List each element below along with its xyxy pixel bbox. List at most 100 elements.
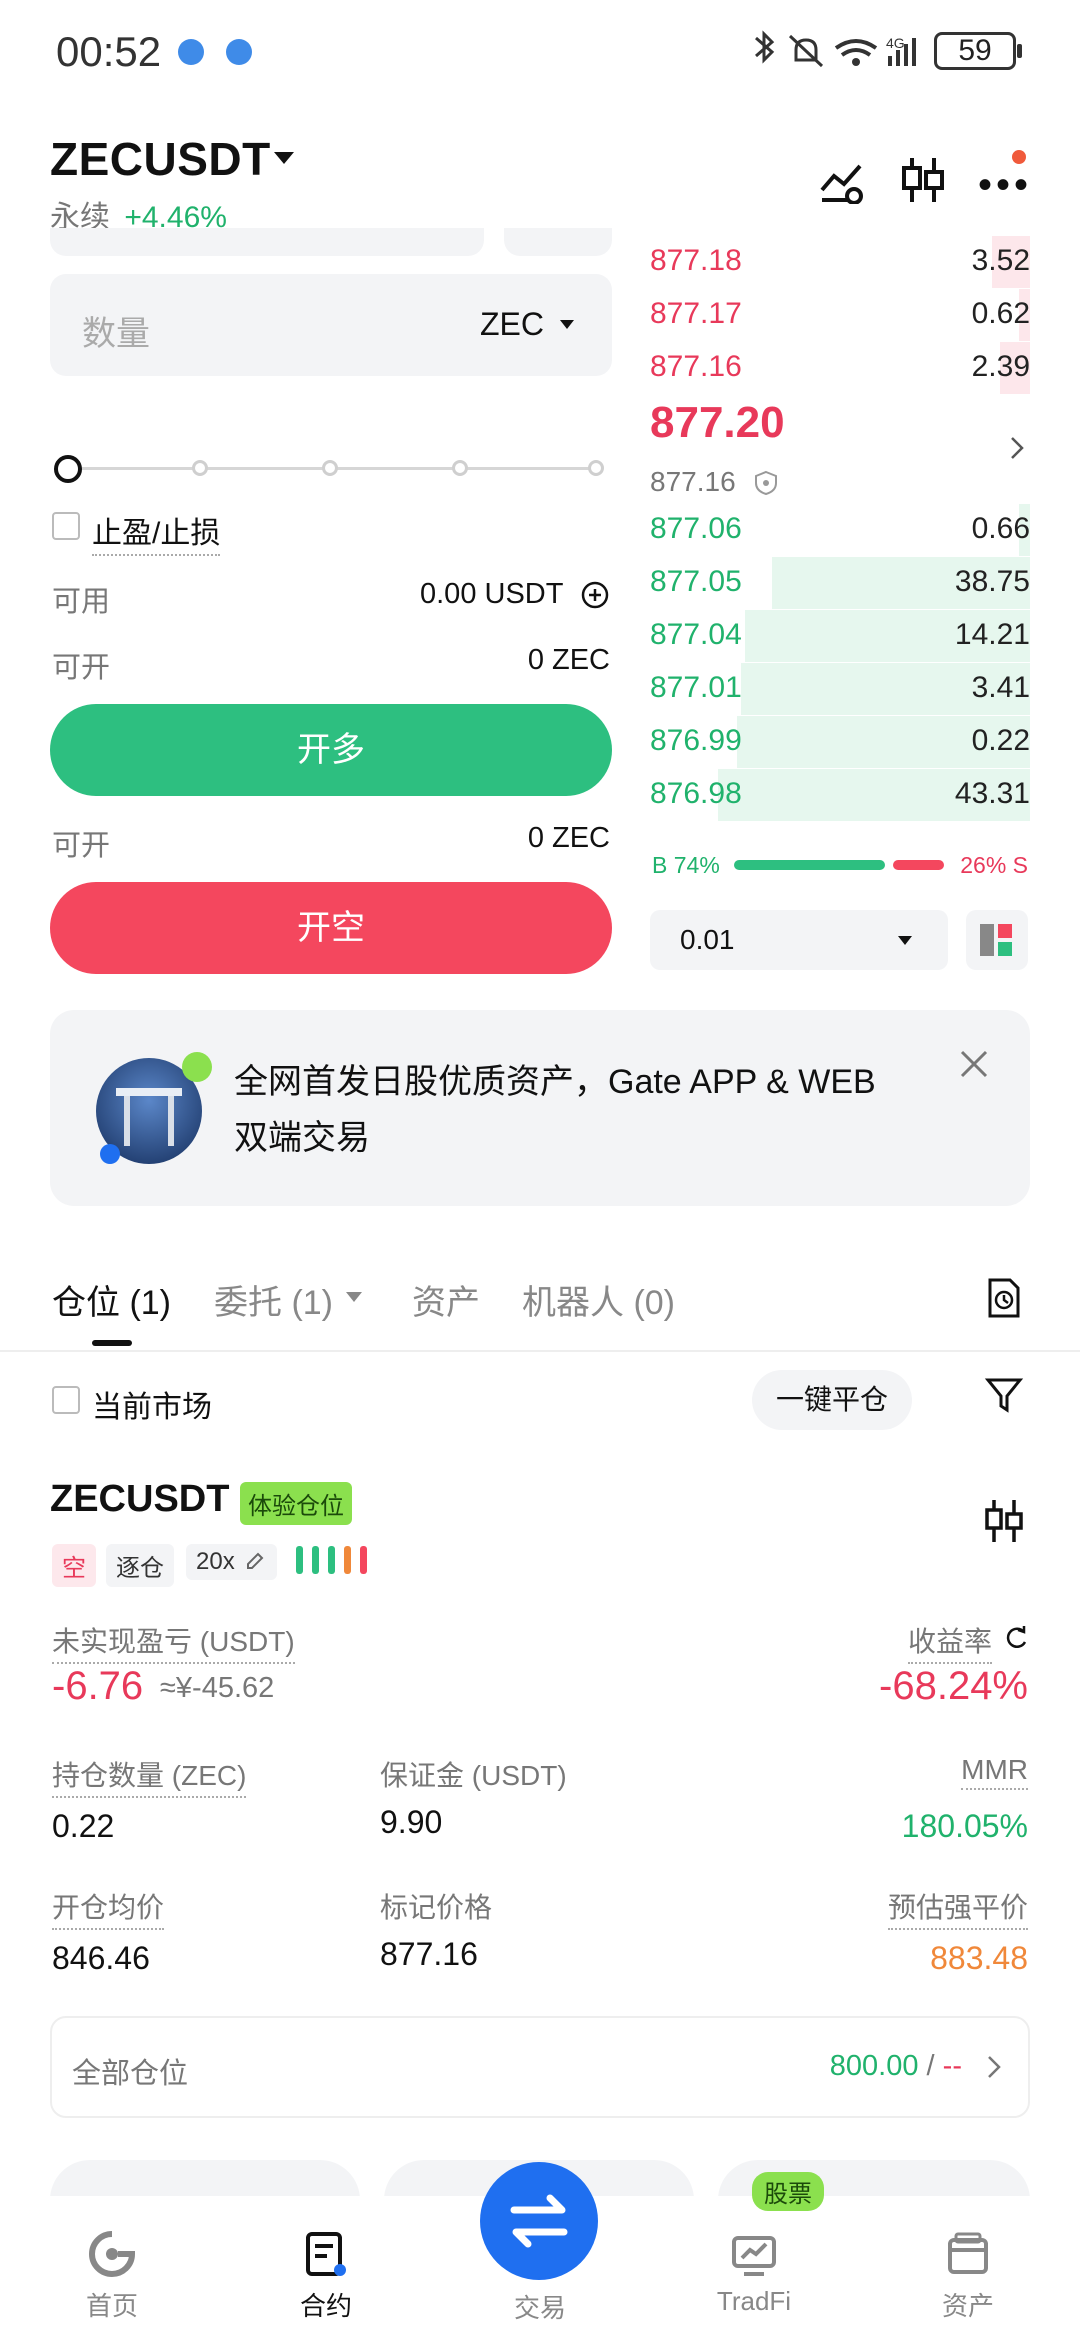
nav-trade-label[interactable]: 交易 bbox=[460, 2288, 620, 2325]
ask-row[interactable]: 877.18 3.52 bbox=[650, 236, 1030, 288]
tp-sl-checkbox[interactable] bbox=[52, 512, 80, 540]
mark-price-label: 标记价格 bbox=[380, 1892, 493, 1923]
close-icon[interactable] bbox=[958, 1048, 990, 1080]
chevron-down-icon[interactable] bbox=[560, 320, 574, 329]
precision-selector[interactable]: 0.01 bbox=[650, 910, 948, 970]
bid-price: 877.04 bbox=[650, 618, 742, 651]
slider-step[interactable] bbox=[322, 460, 338, 476]
edit-icon[interactable] bbox=[244, 1550, 266, 1572]
can-open-short-value: 0 ZEC bbox=[527, 822, 610, 854]
roe-label[interactable]: 收益率 bbox=[907, 1620, 992, 1664]
entry-price-label[interactable]: 开仓均价 bbox=[52, 1886, 165, 1930]
chevron-down-icon[interactable] bbox=[274, 152, 294, 164]
entry-price-value: 846.46 bbox=[52, 1940, 150, 1976]
ask-row[interactable]: 877.16 2.39 bbox=[650, 342, 1030, 394]
sell-ratio-label: 26% S bbox=[960, 852, 1028, 878]
promo-banner[interactable]: 全网首发日股优质资产，Gate APP & WEB 双端交易 bbox=[50, 1010, 1030, 1206]
filter-icon[interactable] bbox=[984, 1374, 1024, 1416]
all-positions-value: 800.00 bbox=[829, 2050, 919, 2082]
nav-futures-label: 合约 bbox=[299, 2291, 352, 2321]
nav-home[interactable]: 首页 bbox=[32, 2230, 192, 2323]
chart-signal-icon[interactable] bbox=[818, 158, 866, 204]
unrealized-pnl-label[interactable]: 未实现盈亏 (USDT) bbox=[52, 1620, 295, 1664]
refresh-icon[interactable] bbox=[1002, 1624, 1030, 1652]
close-all-button[interactable]: 一键平仓 bbox=[752, 1370, 912, 1430]
wallet-icon bbox=[948, 2232, 988, 2274]
ask-qty: 2.39 bbox=[971, 350, 1030, 383]
tab-indicator bbox=[92, 1340, 132, 1346]
tab-positions[interactable]: 仓位 (1) bbox=[52, 1275, 171, 1324]
nav-assets[interactable]: 资产 bbox=[888, 2230, 1048, 2323]
bid-row[interactable]: 876.99 0.22 bbox=[650, 716, 1030, 768]
bid-row[interactable]: 877.06 0.66 bbox=[650, 504, 1030, 556]
history-icon[interactable] bbox=[986, 1276, 1022, 1320]
tp-sl-label[interactable]: 止盈/止损 bbox=[92, 508, 221, 556]
pair-selector[interactable]: ZECUSDT bbox=[50, 132, 271, 186]
chevron-down-icon[interactable] bbox=[346, 1292, 362, 1302]
current-market-label[interactable]: 当前市场 bbox=[92, 1382, 212, 1426]
orderbook-layout-button[interactable] bbox=[966, 910, 1028, 970]
position-size-label[interactable]: 持仓数量 (ZEC) bbox=[52, 1754, 247, 1798]
slider-step[interactable] bbox=[192, 460, 208, 476]
slider-step[interactable] bbox=[452, 460, 468, 476]
all-positions-values: 800.00 / -- bbox=[830, 2050, 962, 2083]
all-positions-row[interactable]: 全部仓位 800.00 / -- bbox=[50, 2016, 1030, 2118]
ask-price: 877.18 bbox=[650, 244, 742, 277]
quantity-input[interactable]: 数量 ZEC bbox=[50, 274, 612, 376]
ask-price: 877.17 bbox=[650, 297, 742, 330]
nav-futures[interactable]: 合约 bbox=[246, 2230, 406, 2323]
nav-tradfi[interactable]: TradFi bbox=[674, 2230, 834, 2317]
svg-text:4G: 4G bbox=[886, 35, 905, 51]
liq-price-label[interactable]: 预估强平价 bbox=[887, 1886, 1028, 1930]
swap-icon bbox=[510, 2194, 568, 2248]
trial-position-tag: 体验仓位 bbox=[240, 1482, 352, 1525]
tab-bots[interactable]: 机器人 (0) bbox=[522, 1275, 675, 1324]
more-icon[interactable]: ••• bbox=[978, 165, 1032, 205]
bid-qty: 3.41 bbox=[971, 671, 1030, 704]
divider bbox=[0, 1350, 1080, 1352]
tab-assets[interactable]: 资产 bbox=[412, 1275, 480, 1324]
bid-price: 876.98 bbox=[650, 777, 742, 810]
bid-row[interactable]: 876.98 43.31 bbox=[650, 769, 1030, 821]
quantity-unit[interactable]: ZEC bbox=[480, 306, 544, 343]
banner-text-line1: 全网首发日股优质资产，Gate APP & WEB bbox=[234, 1063, 876, 1101]
available-label: 可用 bbox=[52, 586, 111, 618]
slider-step[interactable] bbox=[588, 460, 604, 476]
add-funds-icon[interactable] bbox=[580, 580, 610, 610]
bid-price: 877.01 bbox=[650, 671, 742, 704]
bid-row[interactable]: 877.04 14.21 bbox=[650, 610, 1030, 662]
bid-row[interactable]: 877.01 3.41 bbox=[650, 663, 1030, 715]
margin-value: 9.90 bbox=[380, 1804, 443, 1840]
price-input-partial[interactable] bbox=[50, 228, 484, 256]
slider-knob[interactable] bbox=[54, 455, 82, 483]
chevron-down-icon bbox=[898, 936, 912, 945]
open-long-button[interactable]: 开多 bbox=[50, 704, 612, 796]
notification-app-icon bbox=[178, 39, 204, 65]
bid-qty: 14.21 bbox=[954, 618, 1030, 651]
chevron-right-icon[interactable] bbox=[1008, 434, 1026, 462]
contract-icon bbox=[306, 2232, 346, 2276]
current-market-checkbox[interactable] bbox=[52, 1386, 80, 1414]
candlestick-icon[interactable] bbox=[984, 1498, 1024, 1544]
bid-price: 876.99 bbox=[650, 724, 742, 757]
layout-icon bbox=[980, 924, 1012, 956]
status-icons: 4G bbox=[755, 30, 916, 68]
candlestick-icon[interactable] bbox=[900, 156, 946, 204]
banner-dot bbox=[100, 1144, 120, 1164]
ask-row[interactable]: 877.17 0.62 bbox=[650, 289, 1030, 341]
bid-row[interactable]: 877.05 38.75 bbox=[650, 557, 1030, 609]
trade-button[interactable] bbox=[480, 2162, 598, 2280]
margin-mode-tag[interactable]: 逐仓 bbox=[106, 1544, 174, 1587]
price-type-partial[interactable] bbox=[504, 228, 612, 256]
mmr-label[interactable]: MMR bbox=[961, 1754, 1028, 1790]
position-symbol[interactable]: ZECUSDT bbox=[50, 1478, 229, 1521]
tab-orders[interactable]: 委托 (1) bbox=[214, 1275, 333, 1324]
battery-tip bbox=[1017, 44, 1022, 58]
all-positions-value2: -- bbox=[942, 2050, 962, 2082]
open-short-button[interactable]: 开空 bbox=[50, 882, 612, 974]
unrealized-pnl-cny: ≈¥-45.62 bbox=[160, 1672, 275, 1704]
all-positions-separator: / bbox=[918, 2050, 943, 2082]
bid-qty: 38.75 bbox=[954, 565, 1030, 598]
ask-qty: 0.62 bbox=[971, 297, 1030, 330]
bid-qty: 43.31 bbox=[954, 777, 1030, 810]
